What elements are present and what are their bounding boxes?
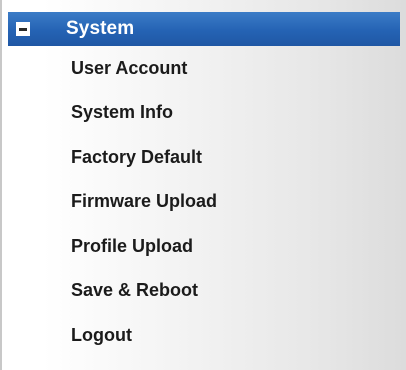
menu-item-label: System Info <box>71 102 174 123</box>
menu-item-profile-upload[interactable]: Profile Upload <box>2 224 406 269</box>
menu-item-label: Profile Upload <box>71 235 194 256</box>
system-menu-panel: System User Account System Info Factory … <box>0 0 406 370</box>
menu-item-save-reboot[interactable]: Save & Reboot <box>2 269 406 314</box>
menu-item-label: Firmware Upload <box>71 191 218 212</box>
collapse-minus-icon[interactable] <box>16 22 30 36</box>
system-submenu-list: User Account System Info Factory Default… <box>2 46 406 358</box>
menu-item-firmware-upload[interactable]: Firmware Upload <box>2 180 406 225</box>
menu-item-label: Factory Default <box>71 146 203 167</box>
minus-bar <box>19 28 27 31</box>
menu-item-label: User Account <box>71 57 188 78</box>
menu-item-user-account[interactable]: User Account <box>2 46 406 91</box>
menu-item-factory-default[interactable]: Factory Default <box>2 135 406 180</box>
menu-item-label: Save & Reboot <box>71 280 199 301</box>
system-menu-header[interactable]: System <box>8 12 400 46</box>
system-menu-title: System <box>66 18 135 39</box>
menu-item-logout[interactable]: Logout <box>2 313 406 358</box>
menu-item-label: Logout <box>71 324 132 345</box>
menu-item-system-info[interactable]: System Info <box>2 91 406 136</box>
